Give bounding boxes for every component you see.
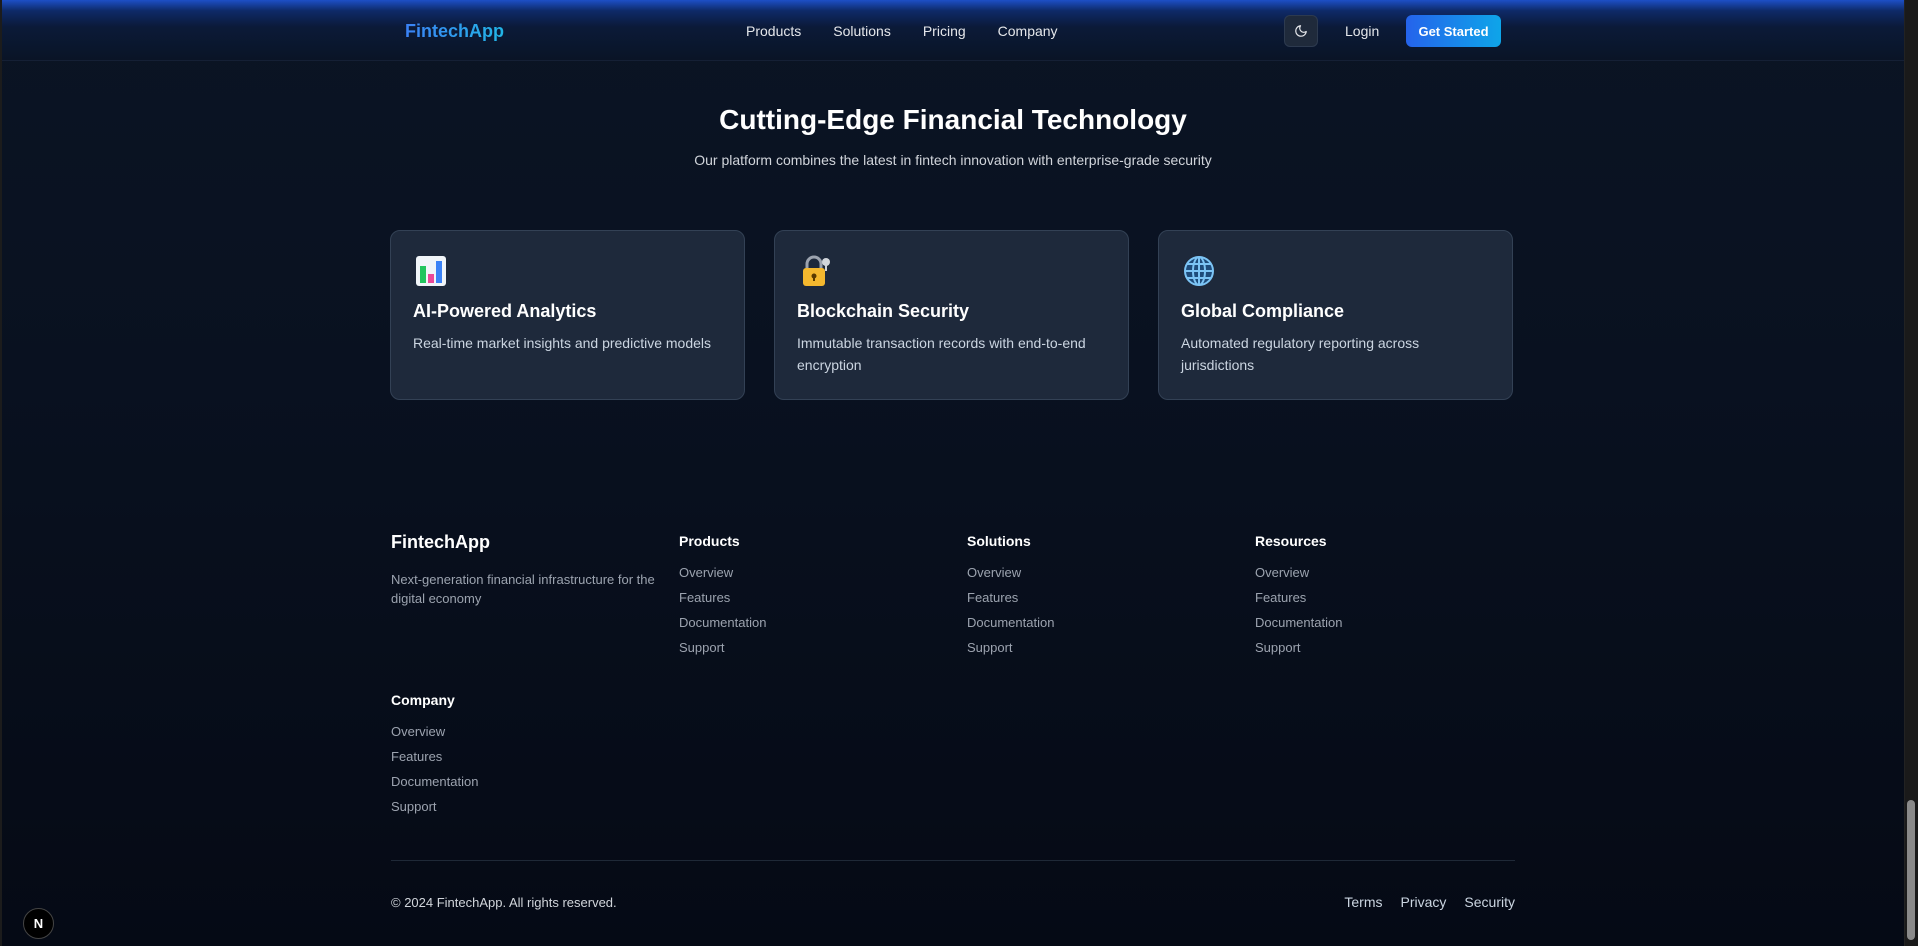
footer-link[interactable]: Support <box>1255 640 1342 655</box>
feature-title: Global Compliance <box>1181 301 1345 321</box>
footer-link[interactable]: Features <box>391 749 478 764</box>
footer-link[interactable]: Documentation <box>391 774 478 789</box>
feature-card-compliance: Global Compliance Automated regulatory r… <box>1158 230 1513 400</box>
globe-icon <box>1181 253 1217 289</box>
get-started-button[interactable]: Get Started <box>1406 15 1501 47</box>
feature-card-security: Blockchain Security Immutable transactio… <box>774 230 1129 400</box>
footer-link[interactable]: Documentation <box>679 615 766 630</box>
moon-icon <box>1295 25 1307 37</box>
feature-description: Immutable transaction records with end-t… <box>797 335 1086 373</box>
footer-link[interactable]: Overview <box>967 565 1054 580</box>
footer-link[interactable]: Documentation <box>1255 615 1342 630</box>
footer-link[interactable]: Support <box>967 640 1054 655</box>
footer-description: Next-generation financial infrastructure… <box>391 572 655 606</box>
dev-tools-badge[interactable]: N <box>23 908 54 939</box>
footer-column-products: Products Overview Features Documentation… <box>679 533 766 665</box>
section-title: Cutting-Edge Financial Technology <box>719 104 1187 135</box>
lock-icon <box>797 253 833 289</box>
nav-link-pricing[interactable]: Pricing <box>923 23 966 39</box>
bar-chart-icon <box>413 253 449 289</box>
footer-column-solutions: Solutions Overview Features Documentatio… <box>967 533 1054 665</box>
feature-title: AI-Powered Analytics <box>413 301 597 321</box>
main-nav: Products Solutions Pricing Company <box>746 23 1058 39</box>
feature-description: Real-time market insights and predictive… <box>413 335 712 351</box>
footer-brand[interactable]: FintechApp <box>391 532 490 553</box>
footer-link[interactable]: Features <box>679 590 766 605</box>
footer-link[interactable]: Support <box>391 799 478 814</box>
feature-title: Blockchain Security <box>797 301 970 321</box>
legal-links: Terms Privacy Security <box>1344 894 1515 910</box>
footer-divider <box>391 860 1515 861</box>
footer-column-resources: Resources Overview Features Documentatio… <box>1255 533 1342 665</box>
footer-link[interactable]: Overview <box>1255 565 1342 580</box>
footer-column-title: Resources <box>1255 533 1327 549</box>
terms-link[interactable]: Terms <box>1344 894 1382 910</box>
privacy-link[interactable]: Privacy <box>1401 894 1447 910</box>
footer-link[interactable]: Support <box>679 640 766 655</box>
vertical-scrollbar[interactable] <box>1904 0 1918 946</box>
theme-toggle-button[interactable] <box>1284 15 1318 47</box>
footer-link[interactable]: Overview <box>679 565 766 580</box>
footer-link[interactable]: Documentation <box>967 615 1054 630</box>
top-navbar: FintechApp Products Solutions Pricing Co… <box>2 0 1904 61</box>
footer-column-company: Company Overview Features Documentation … <box>391 692 478 824</box>
footer-link[interactable]: Features <box>967 590 1054 605</box>
footer-link[interactable]: Features <box>1255 590 1342 605</box>
feature-card-analytics: AI-Powered Analytics Real-time market in… <box>390 230 745 400</box>
feature-description: Automated regulatory reporting across ju… <box>1181 335 1420 373</box>
footer-link[interactable]: Overview <box>391 724 478 739</box>
section-subtitle: Our platform combines the latest in fint… <box>694 152 1212 168</box>
nav-link-company[interactable]: Company <box>998 23 1058 39</box>
footer-column-title: Company <box>391 692 455 708</box>
nav-link-solutions[interactable]: Solutions <box>833 23 891 39</box>
footer-column-title: Products <box>679 533 740 549</box>
security-link[interactable]: Security <box>1464 894 1515 910</box>
login-button[interactable]: Login <box>1345 23 1379 39</box>
copyright-text: © 2024 FintechApp. All rights reserved. <box>391 895 617 910</box>
footer-column-title: Solutions <box>967 533 1031 549</box>
nav-link-products[interactable]: Products <box>746 23 801 39</box>
brand-logo[interactable]: FintechApp <box>405 21 504 42</box>
page-viewport: FintechApp Products Solutions Pricing Co… <box>2 0 1904 946</box>
scrollbar-thumb[interactable] <box>1907 800 1915 940</box>
